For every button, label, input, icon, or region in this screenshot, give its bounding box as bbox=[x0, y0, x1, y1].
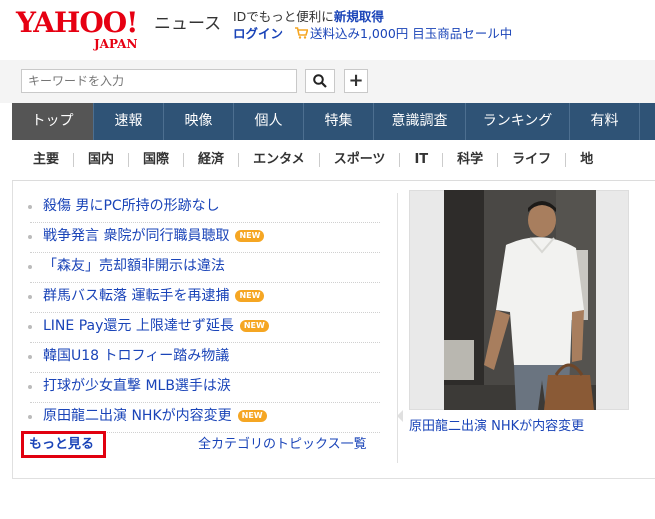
topic-link[interactable]: 「森友」売却額非開示は違法 bbox=[43, 257, 225, 275]
topics-list: 殺傷 男にPC所持の形跡なし 戦争発言 衆院が同行職員聴取 NEW 「森友」売却額… bbox=[28, 193, 380, 433]
topic-link[interactable]: 打球が少女直撃 MLB選手は涙 bbox=[43, 377, 231, 395]
add-button[interactable]: + bbox=[344, 69, 368, 93]
signup-link[interactable]: 新規取得 bbox=[334, 9, 384, 24]
nav-survey[interactable]: 意識調査 bbox=[374, 103, 466, 140]
caption-pointer-icon bbox=[397, 410, 403, 422]
nav-feature[interactable]: 特集 bbox=[304, 103, 374, 140]
topic-link[interactable]: 群馬バス転落 運転手を再逮捕 NEW bbox=[43, 287, 265, 305]
active-category-indicator bbox=[12, 140, 655, 180]
new-badge: NEW bbox=[239, 320, 269, 332]
list-item[interactable]: 殺傷 男にPC所持の形跡なし bbox=[28, 193, 380, 223]
cart-icon bbox=[295, 27, 309, 39]
header: YAHOO! JAPAN ニュース IDでもっと便利に新規取得 ログイン 送料込… bbox=[0, 0, 655, 60]
list-item[interactable]: 原田龍二出演 NHKが内容変更 NEW bbox=[28, 403, 380, 433]
bullet-icon bbox=[28, 385, 32, 389]
service-title[interactable]: ニュース bbox=[154, 14, 221, 34]
topic-link[interactable]: 原田龍二出演 NHKが内容変更 NEW bbox=[43, 407, 267, 425]
news-photo[interactable] bbox=[444, 190, 596, 410]
more-link[interactable]: もっと見る bbox=[29, 437, 94, 453]
bullet-icon bbox=[28, 265, 32, 269]
person-photo-icon bbox=[444, 190, 596, 410]
bullet-icon bbox=[28, 295, 32, 299]
new-badge: NEW bbox=[235, 290, 265, 302]
bullet-icon bbox=[28, 415, 32, 419]
nav-paid[interactable]: 有料 bbox=[570, 103, 640, 140]
search-button[interactable] bbox=[305, 69, 335, 93]
nav-ranking[interactable]: ランキング bbox=[466, 103, 570, 140]
search-bar: + bbox=[0, 60, 655, 103]
topic-link[interactable]: 韓国U18 トロフィー踏み物議 bbox=[43, 347, 229, 365]
bullet-icon bbox=[28, 205, 32, 209]
new-badge: NEW bbox=[235, 230, 265, 242]
photo-caption-link[interactable]: 原田龍二出演 NHKが内容変更 bbox=[409, 419, 584, 435]
nav-breaking[interactable]: 速報 bbox=[94, 103, 164, 140]
column-divider bbox=[397, 193, 398, 463]
bullet-icon bbox=[28, 355, 32, 359]
list-item[interactable]: LINE Pay還元 上限達せず延長 NEW bbox=[28, 313, 380, 343]
sale-promo-link[interactable]: 送料込み1,000円 目玉商品セール中 bbox=[310, 26, 512, 41]
login-link[interactable]: ログイン bbox=[233, 26, 283, 41]
topic-link[interactable]: 殺傷 男にPC所持の形跡なし bbox=[43, 197, 220, 215]
logo-sub-text: JAPAN bbox=[94, 37, 138, 51]
new-badge: NEW bbox=[237, 410, 267, 422]
list-item[interactable]: 韓国U18 トロフィー踏み物議 bbox=[28, 343, 380, 373]
search-icon bbox=[313, 74, 327, 88]
yahoo-japan-logo[interactable]: YAHOO! JAPAN bbox=[16, 6, 152, 52]
list-item[interactable]: 「森友」売却額非開示は違法 bbox=[28, 253, 380, 283]
main-nav: トップ 速報 映像 個人 特集 意識調査 ランキング 有料 bbox=[12, 103, 655, 140]
list-item[interactable]: 群馬バス転落 運転手を再逮捕 NEW bbox=[28, 283, 380, 313]
more-button[interactable]: もっと見る bbox=[21, 431, 106, 458]
id-promo-text: IDでもっと便利に bbox=[233, 9, 334, 24]
bullet-icon bbox=[28, 325, 32, 329]
bullet-icon bbox=[28, 235, 32, 239]
id-promo: IDでもっと便利に新規取得 bbox=[233, 9, 384, 25]
list-item[interactable]: 打球が少女直撃 MLB選手は涙 bbox=[28, 373, 380, 403]
all-topics-link[interactable]: 全カテゴリのトピックス一覧 bbox=[198, 437, 367, 453]
nav-top[interactable]: トップ bbox=[12, 103, 94, 140]
logo-main-text: YAHOO! bbox=[16, 6, 138, 39]
nav-individual[interactable]: 個人 bbox=[234, 103, 304, 140]
search-input[interactable] bbox=[21, 69, 297, 93]
nav-video[interactable]: 映像 bbox=[164, 103, 234, 140]
list-item[interactable]: 戦争発言 衆院が同行職員聴取 NEW bbox=[28, 223, 380, 253]
topic-link[interactable]: 戦争発言 衆院が同行職員聴取 NEW bbox=[43, 227, 265, 245]
login-promo-row: ログイン 送料込み1,000円 目玉商品セール中 bbox=[233, 26, 512, 42]
topic-link[interactable]: LINE Pay還元 上限達せず延長 NEW bbox=[43, 317, 269, 335]
